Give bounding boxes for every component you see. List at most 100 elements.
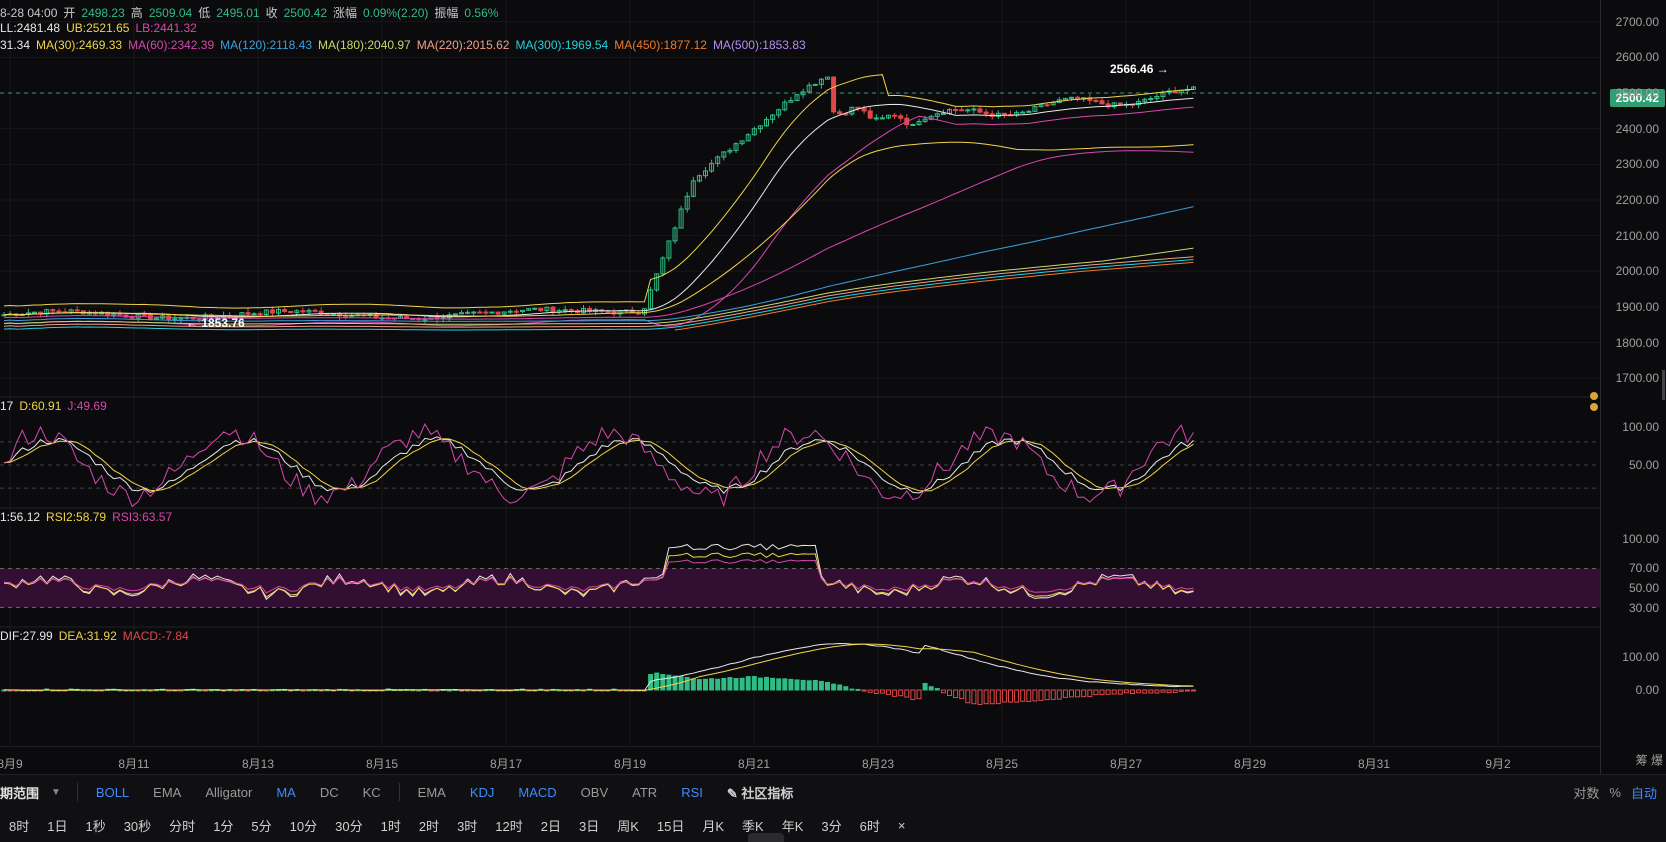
timeframe-option[interactable]: 年K: [773, 816, 813, 835]
timeframe-option[interactable]: 12时: [486, 816, 531, 835]
candle-body: [812, 83, 818, 86]
community-indicators-button[interactable]: ✎ 社区指标: [715, 783, 806, 802]
indicator-alligator[interactable]: Alligator: [193, 785, 264, 800]
macd-histogram-bar: [879, 689, 885, 694]
ohlc-value: 开: [63, 6, 76, 20]
timeframe-option[interactable]: 周K: [608, 816, 648, 835]
macd-histogram-bar: [751, 676, 757, 691]
timeframe-option[interactable]: 30分: [326, 816, 371, 835]
timeframe-option[interactable]: 1时: [372, 816, 410, 835]
close-icon[interactable]: ×: [889, 818, 915, 833]
timeframe-option[interactable]: 15日: [648, 816, 693, 835]
indicator-kc[interactable]: KC: [351, 785, 393, 800]
timeframe-option[interactable]: 6时: [851, 816, 889, 835]
chart-area[interactable]: 8-28 04:00 开 2498.23 高 2509.04 低 2495.01 收 2500.…: [0, 0, 1600, 774]
candle-body: [471, 311, 477, 314]
indicator-ema[interactable]: EMA: [141, 785, 193, 800]
macd-histogram-bar: [660, 673, 666, 691]
timeframe-option[interactable]: 5分: [242, 816, 280, 835]
macd-histogram-bar: [1142, 689, 1148, 694]
timeframe-option[interactable]: 30秒: [115, 816, 160, 835]
timeframe-option[interactable]: 2日: [532, 816, 570, 835]
timeframe-option[interactable]: 3时: [448, 816, 486, 835]
scale-option[interactable]: %: [1604, 785, 1626, 800]
sub-indicator-obv[interactable]: OBV: [569, 785, 620, 800]
scale-option[interactable]: 对数: [1568, 783, 1604, 802]
macd-histogram-bar: [1148, 689, 1154, 694]
kdj-axis-label: 50.00: [1628, 458, 1659, 472]
macd-histogram-bar: [1117, 689, 1123, 695]
candle-body: [74, 309, 80, 312]
date-axis-label: 9月2: [1485, 757, 1511, 771]
macd-legend: DIF:27.99 DEA:31.92 MACD:-7.84: [0, 629, 195, 643]
timeframe-option[interactable]: 分时: [160, 816, 204, 835]
sub-indicator-atr[interactable]: ATR: [620, 785, 669, 800]
candle-body: [1026, 110, 1032, 113]
date-axis-label: 8月15: [365, 757, 399, 771]
axis-corner[interactable]: 筹 爆: [1636, 752, 1663, 769]
macd-histogram-bar: [1069, 689, 1074, 698]
indicator-dc[interactable]: DC: [308, 785, 351, 800]
candle-body: [282, 309, 288, 312]
sub-indicator-ema[interactable]: EMA: [406, 785, 458, 800]
timeframe-option[interactable]: 1日: [38, 816, 76, 835]
ma-line: [674, 261, 1194, 331]
sub-indicator-macd[interactable]: MACD: [506, 785, 568, 800]
scroll-handle[interactable]: [1662, 370, 1665, 400]
chart-canvas[interactable]: [0, 0, 1600, 746]
ohlc-value: 0.09%(2.20): [363, 6, 429, 20]
candle-body: [129, 316, 135, 319]
timeframe-option[interactable]: 10分: [281, 816, 326, 835]
candle-body: [971, 108, 977, 111]
macd-histogram-bar: [1184, 689, 1190, 692]
event-markers[interactable]: [1590, 392, 1598, 414]
dropdown-caret-icon[interactable]: ▼: [51, 787, 61, 798]
candle-body: [343, 315, 349, 318]
event-marker-dot[interactable]: [1590, 403, 1598, 411]
date-axis-label: 8月21: [737, 757, 771, 771]
candle-body: [953, 109, 959, 112]
macd-histogram-bar: [727, 677, 733, 691]
timeframe-option[interactable]: 3分: [812, 816, 850, 835]
timeframe-option[interactable]: 1分: [204, 816, 242, 835]
ma-value: MA(180):2040.97: [318, 38, 411, 52]
timeframe-option[interactable]: 3日: [570, 816, 608, 835]
ohlc-value: 低: [198, 6, 211, 20]
timeframe-option[interactable]: 季K: [733, 816, 773, 835]
sub-indicator-kdj[interactable]: KDJ: [458, 785, 507, 800]
period-range-label[interactable]: 期范围: [0, 783, 51, 802]
indicator-boll[interactable]: BOLL: [84, 785, 141, 800]
price-axis-label: 1700.00: [1615, 371, 1659, 386]
price-axis[interactable]: 2500.42 筹 爆 2700.00 2600.00 2500.00 2400.00…: [1600, 0, 1666, 774]
event-marker-dot[interactable]: [1590, 392, 1598, 400]
candle-body: [837, 111, 843, 115]
macd-histogram-bar: [1056, 689, 1062, 700]
macd-histogram-bar: [867, 689, 873, 693]
ma-value: MA(120):2118.43: [220, 38, 312, 52]
macd-histogram-bar: [983, 689, 989, 705]
candle-body: [269, 309, 275, 314]
edit-icon: ✎: [726, 785, 738, 801]
timeframe-option[interactable]: 2时: [410, 816, 448, 835]
timeframe-option[interactable]: 月K: [693, 816, 733, 835]
timeframe-option[interactable]: 8时: [0, 816, 38, 835]
date-axis: 8月9 8月11 8月13 8月15 8月17 8月19 8月21 8月23 8月25 8月27 8…: [0, 746, 1600, 775]
macd-histogram-bar: [739, 677, 745, 691]
indicator-ma[interactable]: MA: [264, 785, 308, 800]
candle-body: [32, 311, 37, 314]
candle-body: [605, 310, 611, 313]
rsi-axis-label: 30.00: [1628, 600, 1659, 615]
boll-value: LB:2441.32: [135, 21, 197, 35]
scale-option[interactable]: 自动: [1626, 783, 1662, 802]
sub-indicator-rsi[interactable]: RSI: [669, 785, 715, 800]
macd-histogram-bar: [1026, 689, 1032, 702]
macd-histogram-bar: [721, 677, 727, 691]
ohlc-value: 2509.04: [148, 6, 193, 20]
date-axis-label: 8月25: [985, 757, 1019, 771]
price-axis-label: 2600.00: [1615, 50, 1659, 65]
candle-body: [898, 115, 904, 119]
divider: [398, 783, 400, 801]
kdj-j-line: [3, 423, 1194, 508]
panel-resize-handle[interactable]: [748, 833, 784, 842]
timeframe-option[interactable]: 1秒: [76, 816, 114, 835]
